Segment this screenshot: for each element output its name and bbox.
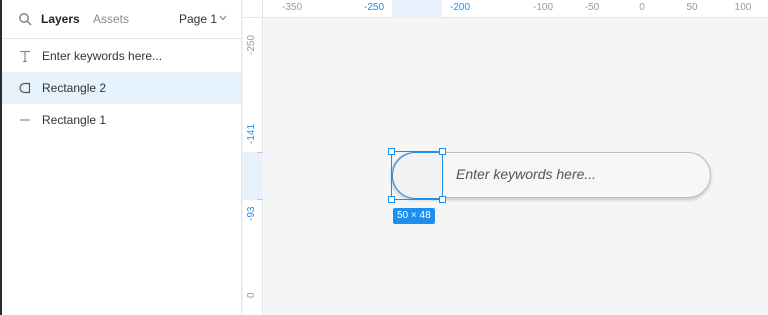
ruler-top-label: 100	[734, 2, 752, 13]
ruler-corner	[243, 0, 263, 18]
search-placeholder-text[interactable]: Enter keywords here...	[456, 166, 596, 182]
ruler-left-label: -93	[246, 206, 257, 221]
ruler-top-label: -250	[363, 2, 385, 13]
ruler-top-label: 0	[639, 2, 645, 13]
ruler-top-label: -100	[532, 2, 554, 13]
half-rounded-rectangle-icon	[19, 82, 31, 94]
ruler-left-label: -250	[246, 34, 257, 55]
ruler-left-label: 0	[246, 292, 257, 298]
layer-label: Rectangle 2	[42, 81, 107, 95]
layer-item-rectangle-2[interactable]: Rectangle 2	[2, 72, 241, 104]
ruler-top-label: -50	[584, 2, 600, 13]
layer-item-rectangle-1[interactable]: Rectangle 1	[2, 104, 241, 136]
layer-label: Enter keywords here...	[42, 49, 163, 63]
resize-handle-bottom-right[interactable]	[439, 196, 446, 203]
layer-item-text[interactable]: Enter keywords here...	[2, 40, 241, 72]
ruler-top-selection	[392, 0, 442, 18]
layer-label: Rectangle 1	[42, 113, 107, 127]
layers-panel: Layers Assets Page 1 Enter keywords here…	[2, 0, 242, 315]
ruler-top-label: 50	[686, 2, 698, 13]
page-selector[interactable]: Page 1	[179, 12, 217, 26]
resize-handle-bottom-left[interactable]	[388, 196, 395, 203]
ruler-top-label: -200	[449, 2, 471, 13]
ruler-left-label: -141	[246, 123, 257, 144]
resize-handle-top-left[interactable]	[388, 148, 395, 155]
line-icon	[20, 119, 30, 121]
search-icon[interactable]	[18, 12, 32, 26]
chevron-down-icon[interactable]	[219, 15, 227, 21]
ruler-left-selection	[243, 152, 263, 200]
ruler-top-label: -350	[281, 2, 303, 13]
tab-layers[interactable]: Layers	[41, 12, 80, 26]
selection-size-badge: 50 × 48	[393, 208, 435, 224]
text-icon	[20, 50, 30, 63]
resize-handle-top-right[interactable]	[439, 148, 446, 155]
panel-header: Layers Assets Page 1	[2, 0, 241, 39]
selection-box[interactable]	[391, 151, 443, 200]
tab-assets[interactable]: Assets	[93, 12, 129, 26]
